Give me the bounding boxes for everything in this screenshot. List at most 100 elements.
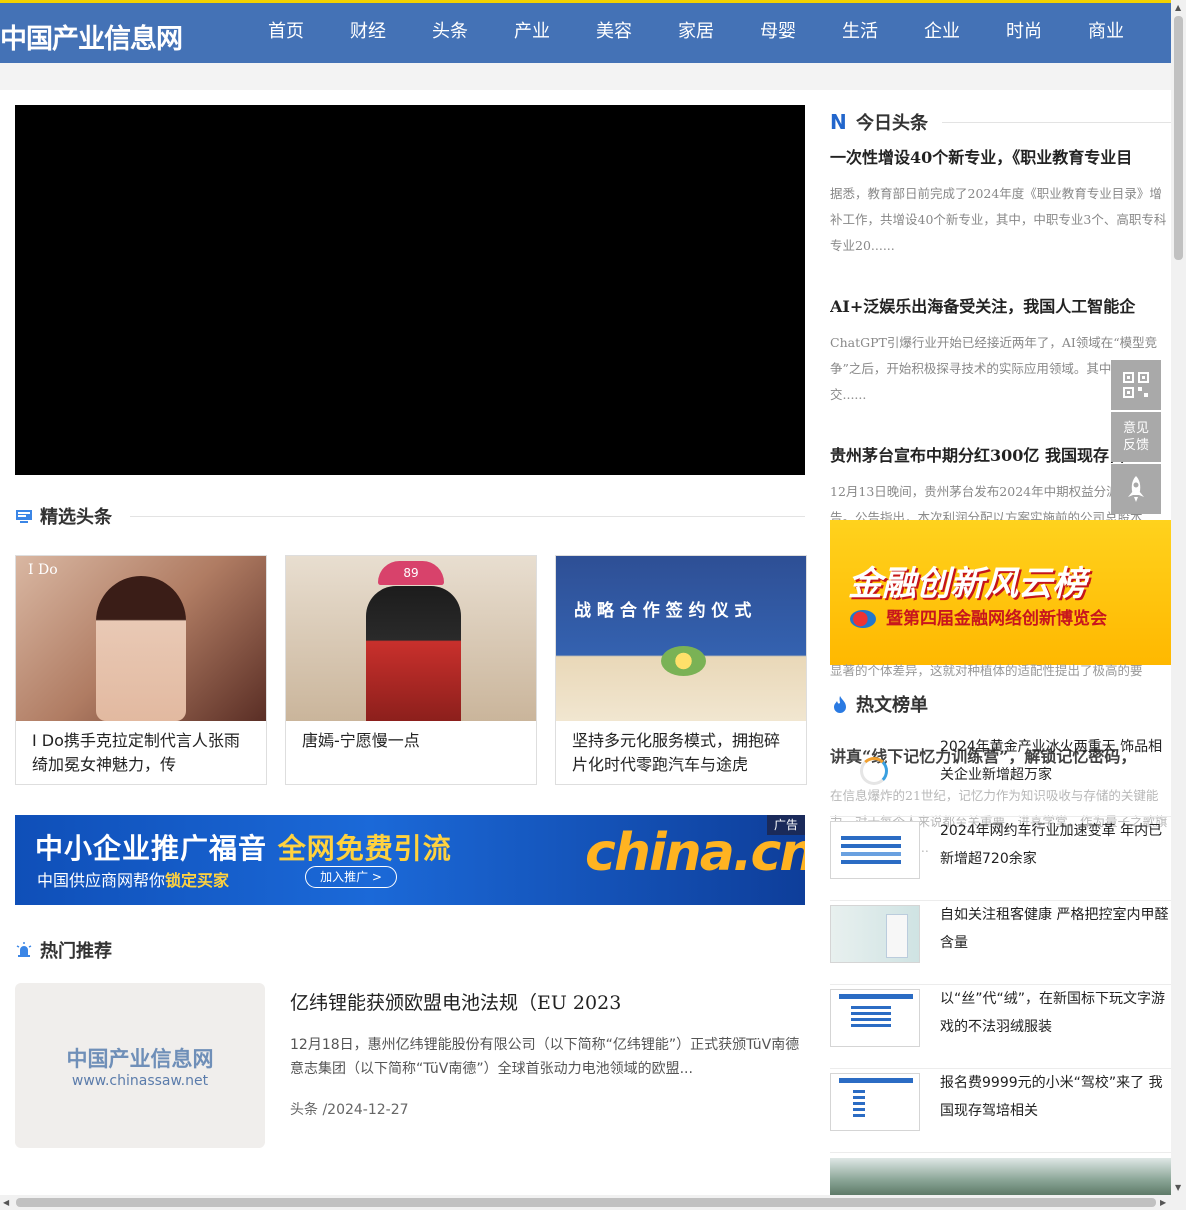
hot-article-item[interactable]: 2024年黄金产业冰火两重天 饰品相关企业新增超万家 [830,733,1171,817]
today-headlines-title: 今日头条 [856,113,928,134]
flame-icon [834,696,846,713]
thumb-chart-header [839,994,913,999]
banner-headline-main: 中小企业推广福音 [35,832,278,865]
section-divider [130,515,805,517]
scroll-down-arrow-icon[interactable]: ▼ [1175,1183,1181,1192]
hot-articles-title: 热文榜单 [856,695,928,716]
featured-section-title: 精选头条 [40,507,112,528]
hot-article-title[interactable]: 报名费9999元的小米“驾校”来了 我国现存驾培相关 [940,1069,1171,1127]
vertical-scrollbar[interactable]: ▲ ▼ [1171,0,1186,1210]
main-nav: 首页 财经 头条 产业 美容 家居 母婴 生活 企业 时尚 商业 [245,3,1147,63]
card-caption: 唐嫣-宁愿慢一点 [302,731,420,750]
site-logo[interactable]: 中国产业信息网 [0,17,183,56]
headline-title[interactable]: 一次性增设40个新专业，《职业教育专业目 [830,145,1171,171]
scroll-left-arrow-icon[interactable]: ◀ [3,1198,9,1207]
hot-article-thumb [830,821,920,879]
nav-item-beauty[interactable]: 美容 [573,3,655,63]
scroll-up-arrow-icon[interactable]: ▲ [1175,3,1181,12]
back-to-top-button[interactable] [1111,464,1161,514]
featured-card[interactable]: 89 唐嫣-宁愿慢一点 [285,555,537,785]
card-image-flowers [661,646,706,676]
nav-item-business[interactable]: 商业 [1065,3,1147,63]
nav-item-maternal[interactable]: 母婴 [737,3,819,63]
nav-item-home-living[interactable]: 家居 [655,3,737,63]
news-n-icon: N [830,110,847,134]
loading-spinner-icon [860,757,888,785]
header-spacer [0,63,1171,90]
hot-item-title[interactable]: 亿纬锂能获颁欧盟电池法规（EU 2023 [290,988,805,1015]
hot-item-description: 12月18日，惠州亿纬锂能股份有限公司（以下简称“亿纬锂能”）正式获颁TüV南德… [290,1037,800,1077]
hot-article-title[interactable]: 2024年网约车行业加速变革 年内已新增超720余家 [940,817,1171,875]
loading-spinner-thumb [830,737,920,795]
landscape-image[interactable] [830,1158,1171,1195]
ad-title: 金融创新风云榜 [848,564,1086,604]
feedback-button[interactable]: 意见反馈 [1111,412,1161,462]
card-image-figure [366,586,461,721]
nav-item-industry[interactable]: 产业 [491,3,573,63]
thumb-chart-bars [841,836,901,840]
placeholder-url-text: www.chinassaw.net [71,1073,209,1089]
thumb-device [886,914,908,958]
nav-item-home[interactable]: 首页 [245,3,327,63]
hot-article-title[interactable]: 2024年黄金产业冰火两重天 饰品相关企业新增超万家 [940,733,1171,791]
headline-item[interactable]: 一次性增设40个新专业，《职业教育专业目 据悉，教育部日前完成了2024年度《职… [830,145,1171,259]
hot-article-thumb [830,989,920,1047]
feedback-label: 意见反馈 [1122,421,1149,453]
featured-card[interactable]: 战 略 合 作 签 约 仪 式 坚持多元化服务模式，拥抱碎片化时代零跑汽车与途虎 [555,555,807,785]
today-headlines-header: N 今日头条 [830,109,1171,135]
card-caption: I Do携手克拉定制代言人张雨绮加冕女神魅力，传 [32,731,240,774]
hot-article-item[interactable]: 自如关注租客健康 严格把控室内甲醛含量 [830,901,1171,985]
featured-section-header: 精选头条 [15,504,805,528]
featured-card[interactable]: I Do I Do携手克拉定制代言人张雨绮加冕女神魅力，传 [15,555,267,785]
nav-item-finance[interactable]: 财经 [327,3,409,63]
card-image-text: I Do [28,562,58,578]
card-image-text: 战 略 合 作 签 约 仪 式 [574,601,752,621]
hot-articles-header: 热文榜单 [830,691,1171,717]
video-player[interactable] [15,105,805,475]
horizontal-scrollbar[interactable]: ◀ ▶ [0,1195,1171,1210]
card-caption: 坚持多元化服务模式，拥抱碎片化时代零跑汽车与途虎 [572,731,781,774]
card-image: I Do [16,556,266,721]
hot-item-image[interactable]: 中国产业信息网 www.chinassaw.net [15,983,265,1148]
ad-under-text: 显著的个体差异，这就对种植体的适配性提出了极高的要 [830,663,1143,678]
top-navigation-bar: 中国产业信息网 首页 财经 头条 产业 美容 家居 母婴 生活 企业 时尚 商业 [0,0,1171,63]
hot-article-item[interactable]: 2024年网约车行业加速变革 年内已新增超720余家 [830,817,1171,901]
scroll-right-arrow-icon[interactable]: ▶ [1160,1198,1166,1207]
placeholder-logo-text: 中国产业信息网 [66,1047,214,1071]
thumb-chart-bars [851,1006,891,1009]
hot-article-item[interactable]: 以“丝”代“绒”，在新国标下玩文字游戏的不法羽绒服装 [830,985,1171,1069]
headline-title[interactable]: AI+泛娱乐出海备受关注，我国人工智能企 [830,294,1171,320]
banner-subline-highlight: 锁定买家 [165,871,230,890]
join-promotion-button[interactable]: 加入推广 > [305,866,397,888]
thumb-chart-bars [853,1090,865,1093]
nav-item-headlines[interactable]: 头条 [409,3,491,63]
headline-summary: 据悉，教育部日前完成了2024年度《职业教育专业目录》增补工作，共增设40个新专… [830,186,1167,253]
banner-subline: 中国供应商网帮你锁定买家 [37,867,229,891]
vertical-scroll-thumb[interactable] [1174,16,1183,260]
banner-subline-main: 中国供应商网帮你 [37,871,166,890]
thumb-chart-header [839,1078,913,1083]
hot-article-item[interactable]: 报名费9999元的小米“驾校”来了 我国现存驾培相关 [830,1069,1171,1153]
card-image-hat: 89 [378,561,444,585]
hot-article-thumb [830,1073,920,1131]
horizontal-scroll-thumb[interactable] [16,1198,1156,1207]
ad-label: 广告 [767,815,805,835]
alarm-icon [16,942,32,957]
banner-headline-highlight: 全网免费引流 [277,832,452,865]
nav-item-life[interactable]: 生活 [819,3,901,63]
banner-headline: 中小企业推广福音 全网免费引流 [35,827,452,867]
nav-item-fashion[interactable]: 时尚 [983,3,1065,63]
finance-innovation-ad[interactable]: 金融创新风云榜 暨第四届金融网络创新博览会 [830,520,1171,665]
qr-code-button[interactable] [1111,360,1161,410]
hot-section-header: 热门推荐 [15,938,805,962]
hot-article-title[interactable]: 自如关注租客健康 严格把控室内甲醛含量 [940,901,1171,959]
ad-subtitle: 暨第四届金融网络创新博览会 [850,604,1107,629]
card-image: 89 [286,556,536,721]
hot-section-title: 热门推荐 [40,941,112,962]
nav-item-enterprise[interactable]: 企业 [901,3,983,63]
hot-article-thumb [830,905,920,963]
page: 中国产业信息网 首页 财经 头条 产业 美容 家居 母婴 生活 企业 时尚 商业… [0,0,1186,1210]
promo-banner[interactable]: 中小企业推广福音 全网免费引流 中国供应商网帮你锁定买家 加入推广 > chin… [15,815,805,905]
card-image: 战 略 合 作 签 约 仪 式 [556,556,806,721]
hot-article-title[interactable]: 以“丝”代“绒”，在新国标下玩文字游戏的不法羽绒服装 [940,985,1171,1043]
